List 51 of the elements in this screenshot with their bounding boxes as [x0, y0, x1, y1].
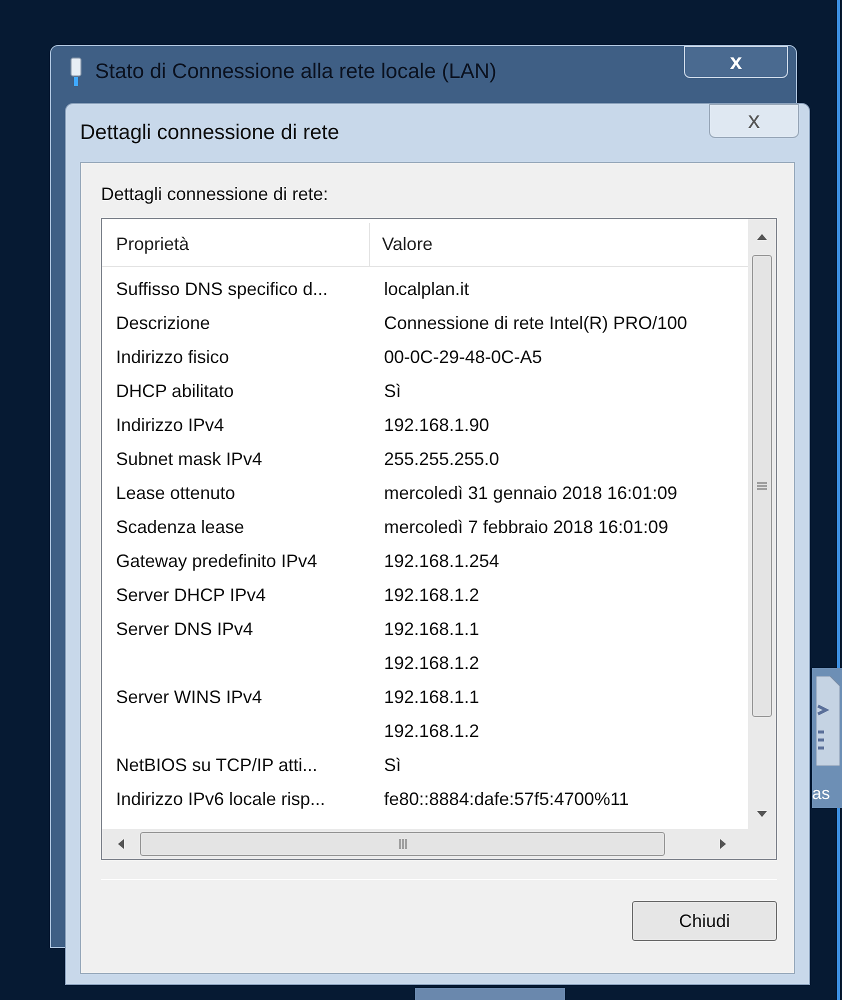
value-cell-text: 192.168.1.90 [383, 414, 490, 436]
value-cell-text: 00-0C-29-48-0C-A5 [383, 346, 542, 368]
icon-label: as [812, 785, 830, 805]
dialog-title: Dettagli connessione di rete [80, 120, 340, 146]
value-cell-text: 192.168.1.2 [383, 652, 480, 674]
value-cell-text: 192.168.1.1 [383, 618, 480, 640]
vertical-scrollbar[interactable] [748, 219, 776, 829]
value-cell-text: 255.255.255.0 [383, 448, 500, 470]
property-cell-text: Server DHCP IPv4 [115, 584, 267, 606]
column-header[interactable]: Proprietà [102, 223, 370, 266]
scroll-right-icon[interactable] [720, 839, 726, 849]
value-cell-text: mercoledì 31 gennaio 2018 16:01:09 [383, 482, 678, 505]
grip-icon [398, 839, 408, 849]
value-cell-text: Connessione di rete Intel(R) PRO/100 [383, 312, 688, 335]
scroll-up-icon[interactable] [757, 234, 767, 240]
value-cell-text: mercoledì 7 febbraio 2018 16:01:09 [383, 516, 668, 538]
scroll-left-icon[interactable] [118, 839, 124, 849]
property-cell-text: Lease ottenuto [115, 482, 236, 504]
value-cell-text: 192.168.1.254 [383, 550, 500, 572]
group-label: Dettagli connessione di rete: [101, 183, 330, 206]
value-cell-text: 192.168.1.2 [383, 584, 480, 606]
window-title: Stato di Connessione alla rete locale (LAN) [95, 59, 497, 86]
property-cell-text: DHCP abilitato [115, 380, 235, 402]
property-cell-text: Indirizzo IPv6 locale risp... [115, 788, 326, 811]
column-header[interactable]: Valore [370, 223, 748, 266]
value-cell-text: 192.168.1.1 [383, 686, 480, 708]
property-cell-text: Scadenza lease [115, 516, 246, 538]
property-cell-text: Gateway predefinito IPv4 [115, 550, 318, 573]
property-cell-text: NetBIOS su TCP/IP atti... [115, 754, 318, 776]
scroll-thumb[interactable] [140, 832, 665, 856]
value-cell-text: localplan.it [383, 278, 470, 301]
property-cell-text: Suffisso DNS specifico d... [115, 278, 329, 301]
property-cell-text: Server WINS IPv4 [115, 686, 264, 708]
horizontal-scrollbar[interactable] [102, 829, 776, 859]
value-cell-text: Sì [383, 754, 402, 776]
value-cell-text: 192.168.1.2 [383, 720, 480, 742]
property-cell-text: Subnet mask IPv4 [115, 448, 264, 470]
property-cell-text: Indirizzo fisico [115, 346, 230, 368]
close-button[interactable]: x [684, 46, 788, 78]
close-button[interactable]: x [709, 104, 799, 138]
value-cell-text: Sì [383, 380, 402, 402]
scroll-thumb[interactable] [752, 255, 772, 717]
property-cell-text: Server DNS IPv4 [115, 618, 254, 640]
network-cable-icon [69, 57, 83, 87]
scroll-down-icon[interactable] [757, 811, 767, 817]
document-icon [816, 676, 840, 766]
grip-icon [757, 482, 767, 490]
close-button[interactable]: Chiudi [632, 901, 777, 941]
property-cell-text: Descrizione [115, 312, 212, 334]
property-cell-text: Indirizzo IPv4 [115, 414, 226, 436]
value-cell-text: fe80::8884:dafe:57f5:4700%11 [383, 788, 629, 810]
